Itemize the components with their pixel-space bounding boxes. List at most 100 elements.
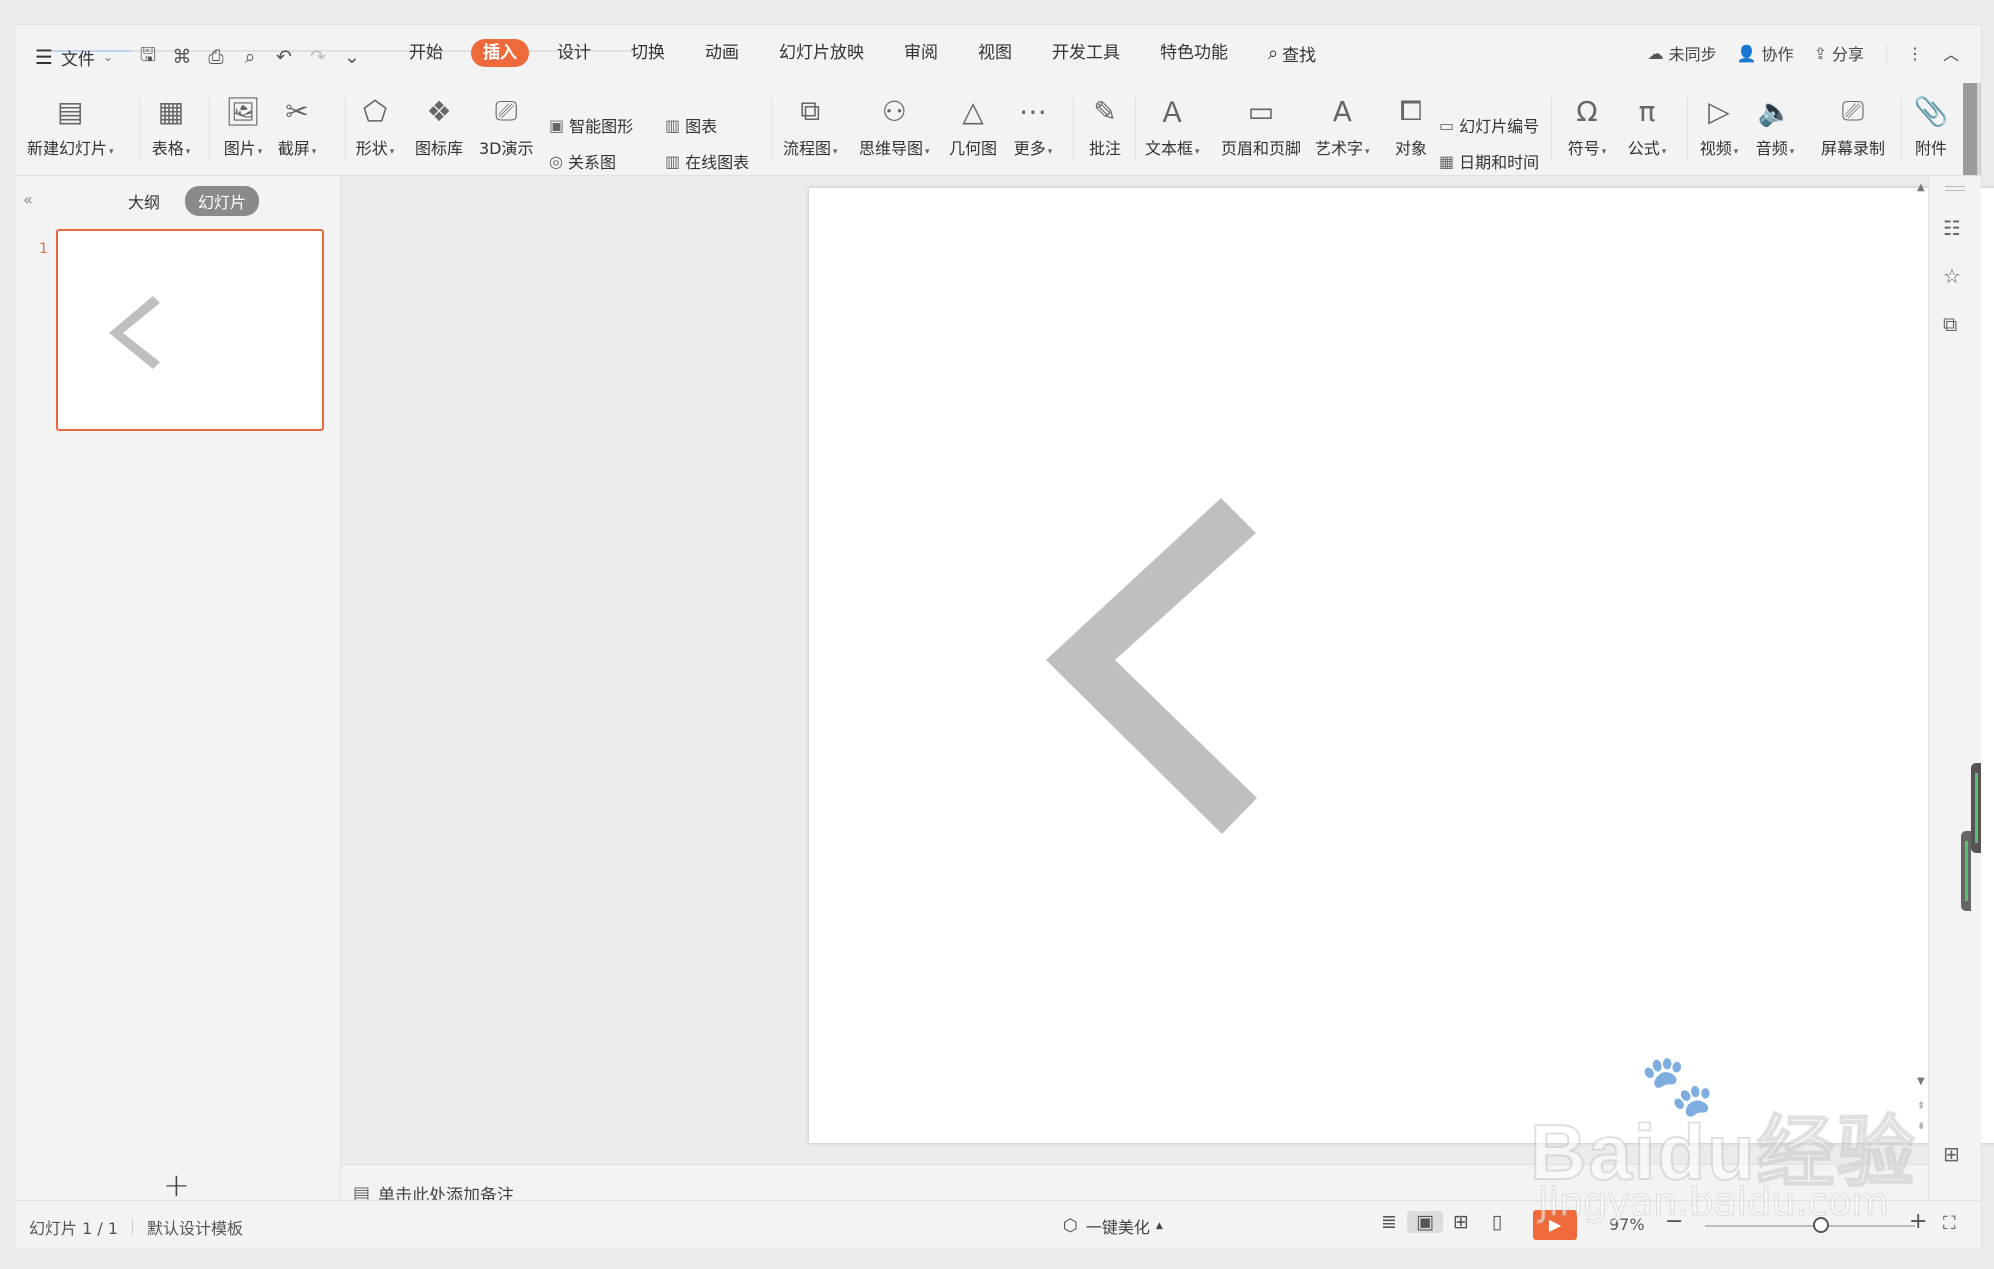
zoom-level[interactable]: 97% [1609, 1215, 1645, 1234]
floating-side-tab[interactable] [1971, 763, 1981, 853]
screen-record-button[interactable]: ⎚ 屏幕录制 [1821, 93, 1885, 159]
tab-outline[interactable]: 大纲 [115, 186, 173, 216]
collapse-ribbon-icon[interactable]: ︿ [1943, 41, 1959, 65]
icon-library-button[interactable]: ❖ 图标库 [415, 93, 463, 159]
scroll-down-icon[interactable]: ▼ [1917, 1076, 1925, 1087]
header-footer-button[interactable]: ▭ 页眉和页脚 [1221, 93, 1301, 159]
tab-special[interactable]: 特色功能 [1160, 39, 1228, 67]
screenshot-button[interactable]: ✂ 截屏 ▾ [277, 93, 317, 159]
status-bar: 幻灯片 1 / 1 默认设计模板 ⬡ 一键美化 ▲ ≣ ▣ ⊞ ▯ ▶ 97% … [15, 1200, 1981, 1248]
flowchart-icon: ⧉ [800, 94, 821, 127]
tab-home[interactable]: 开始 [409, 39, 443, 67]
ribbon-divider [1073, 97, 1074, 163]
normal-view-icon[interactable]: ▣ [1407, 1211, 1443, 1233]
zoom-slider-knob[interactable] [1812, 1217, 1829, 1233]
tab-transitions[interactable]: 切换 [631, 39, 665, 67]
notes-toggle-icon[interactable]: ≣ [1371, 1211, 1407, 1233]
star-icon[interactable]: ☆ [1943, 264, 1961, 288]
collapse-panel-icon[interactable]: « [23, 190, 33, 209]
menu-left: ☰ 文件 ⌄ 🖫 ⌘ ⎙ ⌕ ↶ ↷ ⌄ [35, 41, 369, 73]
file-menu-button[interactable]: ☰ 文件 ⌄ [35, 45, 113, 70]
ribbon-scroll-thumb[interactable] [1963, 83, 1977, 175]
date-time-button[interactable]: ▦ 日期和时间 [1439, 149, 1539, 173]
formula-button[interactable]: π 公式 ▾ [1627, 93, 1667, 159]
calendar-icon: ▦ [1439, 151, 1455, 171]
3d-demo-label: 3D演示 [479, 139, 534, 158]
more-button[interactable]: ⋯ 更多 ▾ [1013, 93, 1053, 159]
copy-icon[interactable]: ⧉ [1943, 312, 1957, 336]
symbol-button[interactable]: Ω 符号 ▾ [1567, 93, 1607, 159]
beautify-button[interactable]: ⬡ 一键美化 ▲ [1063, 1214, 1163, 1238]
play-slideshow-button[interactable]: ▶ [1533, 1210, 1577, 1240]
shape-button[interactable]: ⬠ 形状 ▾ [355, 93, 395, 159]
mindmap-button[interactable]: ⚇ 思维导图 ▾ [859, 93, 930, 159]
tab-design[interactable]: 设计 [557, 39, 591, 67]
chevron-left-shape[interactable] [809, 188, 1994, 1143]
ribbon-divider [345, 97, 346, 163]
template-name[interactable]: 默认设计模板 [147, 1215, 243, 1239]
tab-slides[interactable]: 幻灯片 [185, 186, 260, 216]
textbox-button[interactable]: Ａ 文本框 ▾ [1145, 93, 1200, 159]
tab-developer[interactable]: 开发工具 [1052, 39, 1120, 67]
geometry-button[interactable]: △ 几何图 [949, 93, 997, 159]
table-button[interactable]: ▦ 表格 ▾ [151, 93, 191, 159]
relation-button[interactable]: ◎ 关系图 [549, 149, 616, 173]
online-chart-button[interactable]: ▥ 在线图表 [665, 149, 749, 173]
print-icon[interactable]: ⎙ [199, 46, 233, 68]
object-button[interactable]: ⧠ 对象 [1391, 93, 1431, 159]
omega-icon: Ω [1576, 94, 1598, 128]
slide-number-button[interactable]: ▭ 幻灯片编号 [1439, 113, 1539, 137]
search-button[interactable]: ⌕ 查找 [1268, 41, 1316, 66]
next-slide-icon[interactable]: ⇟ [1917, 1121, 1925, 1132]
add-slide-button[interactable]: + [163, 1166, 190, 1204]
share-button[interactable]: ⇪ 分享 [1814, 41, 1864, 65]
smart-art-button[interactable]: ▣ 智能图形 [549, 113, 633, 137]
floating-side-tab[interactable] [1961, 831, 1971, 911]
tab-insert[interactable]: 插入 [471, 39, 529, 67]
comment-icon: ✎ [1093, 94, 1117, 128]
ribbon-divider [1135, 97, 1136, 163]
video-button[interactable]: ▷ 视频 ▾ [1699, 93, 1739, 159]
geometry-icon: △ [962, 94, 984, 128]
3d-demo-button[interactable]: ⎚ 3D演示 [479, 93, 534, 159]
zoom-out-icon[interactable]: − [1665, 1209, 1683, 1234]
zoom-in-icon[interactable]: + [1909, 1209, 1927, 1234]
tab-review[interactable]: 审阅 [904, 39, 938, 67]
collab-button[interactable]: 👤 协作 [1737, 41, 1794, 65]
tab-animation[interactable]: 动画 [705, 39, 739, 67]
beautify-label: 一键美化 [1085, 1218, 1150, 1237]
properties-icon[interactable]: ☷ [1943, 216, 1961, 240]
sync-button[interactable]: ☁ 未同步 [1648, 41, 1717, 65]
fit-window-icon[interactable]: ⛶ [1943, 1213, 1956, 1234]
audio-button[interactable]: 🔈 音频 ▾ [1755, 93, 1795, 159]
new-slide-icon: ▤ [57, 94, 84, 128]
grid-apps-icon[interactable]: ⊞ [1943, 1142, 1960, 1166]
icon-library-label: 图标库 [415, 139, 464, 158]
previous-slide-icon[interactable]: ⇞ [1917, 1101, 1925, 1112]
more-options-icon[interactable]: ⋮ [1907, 44, 1923, 63]
new-slide-button[interactable]: ▤ 新建幻灯片 ▾ [27, 93, 114, 159]
chart-button[interactable]: ▥ 图表 [665, 113, 717, 137]
picture-button[interactable]: 🖼 图片 ▾ [223, 93, 263, 159]
undo-icon[interactable]: ↶ [267, 46, 301, 68]
flowchart-button[interactable]: ⧉ 流程图 ▾ [783, 93, 838, 159]
save-icon[interactable]: 🖫 [131, 41, 165, 73]
ribbon-insert: ▤ 新建幻灯片 ▾ ▦ 表格 ▾ 🖼 图片 ▾ ✂ 截屏 ▾ ⬠ 形状 ▾ ❖ 图标库 ⎚… [15, 83, 1981, 176]
customize-toolbar-icon[interactable]: ⌄ [335, 46, 369, 68]
comment-button[interactable]: ✎ 批注 [1085, 93, 1125, 159]
attachment-button[interactable]: 📎 附件 [1911, 93, 1951, 159]
redo-icon[interactable]: ↷ [301, 46, 335, 68]
canvas-vertical-scrollbar[interactable]: ▲ ▼ ⇞ ⇟ [1915, 176, 1929, 1164]
slide-sorter-icon[interactable]: ⊞ [1443, 1211, 1479, 1233]
slide-thumbnail[interactable] [56, 229, 324, 431]
slide-editor[interactable] [809, 188, 1994, 1143]
tab-slideshow[interactable]: 幻灯片放映 [779, 39, 864, 67]
wordart-button[interactable]: A 艺术字 ▾ [1315, 93, 1370, 159]
tab-view[interactable]: 视图 [978, 39, 1012, 67]
reading-view-icon[interactable]: ▯ [1479, 1211, 1515, 1233]
zoom-slider-track[interactable] [1705, 1225, 1915, 1227]
print-preview-icon[interactable]: ⌕ [233, 46, 267, 68]
format-painter-icon[interactable]: ⌘ [165, 46, 199, 68]
scroll-up-icon[interactable]: ▲ [1917, 182, 1925, 193]
file-menu-label: 文件 [60, 49, 95, 70]
